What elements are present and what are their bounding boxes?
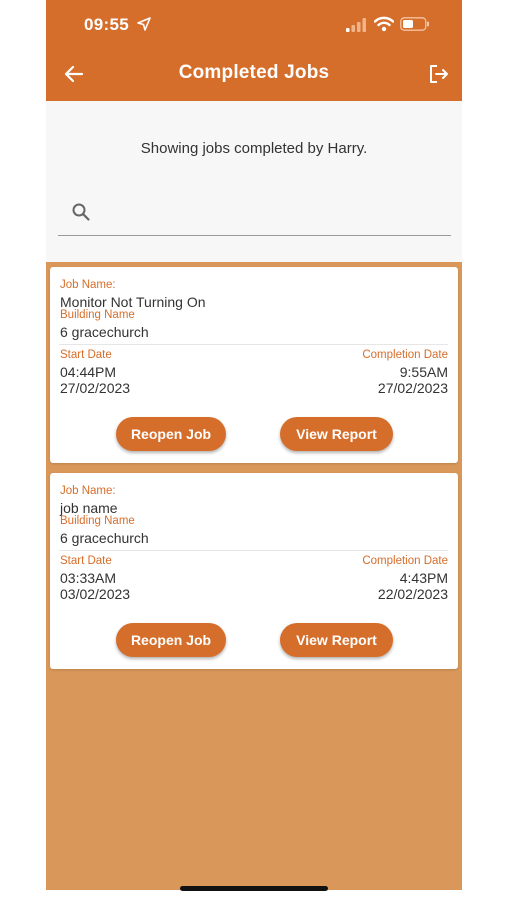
job-name-label: Job Name: — [60, 279, 116, 291]
start-date-label: Start Date — [60, 555, 112, 567]
completion-date-value: 27/02/2023 — [377, 380, 448, 396]
logout-icon[interactable] — [427, 62, 451, 86]
completed-by-message: Showing jobs completed by Harry. — [140, 140, 368, 157]
view-report-button[interactable]: View Report — [280, 417, 393, 451]
building-name-label: Building Name — [60, 309, 135, 321]
completion-date-label: Completion Date — [362, 349, 448, 361]
completion-date-label: Completion Date — [362, 555, 448, 567]
building-name-label: Building Name — [60, 515, 135, 527]
reopen-job-button[interactable]: Reopen Job — [116, 623, 226, 657]
status-time: 09:55 — [84, 15, 129, 34]
phone-screen: 09:55 Completed Jobs Showing jobs comple… — [46, 0, 462, 890]
building-name-value: 6 gracechurch — [60, 530, 149, 546]
completion-time-value: 9:55AM — [399, 364, 448, 380]
page-title: Completed Jobs — [178, 62, 330, 83]
building-name-value: 6 gracechurch — [60, 324, 149, 340]
search-input[interactable] — [102, 199, 442, 229]
reopen-job-button[interactable]: Reopen Job — [116, 417, 226, 451]
card-divider — [59, 344, 448, 345]
start-time-value: 04:44PM — [60, 364, 117, 380]
start-date-value: 27/02/2023 — [60, 380, 131, 396]
view-report-button[interactable]: View Report — [280, 623, 393, 657]
start-date-value: 03/02/2023 — [60, 586, 131, 602]
cellular-signal-icon — [346, 18, 366, 32]
job-name-label: Job Name: — [60, 485, 116, 497]
location-arrow-icon — [137, 17, 151, 31]
search-icon — [72, 203, 90, 221]
completion-date-value: 22/02/2023 — [377, 586, 448, 602]
start-date-label: Start Date — [60, 349, 112, 361]
wifi-icon — [374, 16, 394, 32]
job-card: Job Name: Monitor Not Turning On Buildin… — [50, 267, 458, 463]
start-time-value: 03:33AM — [60, 570, 117, 586]
battery-icon — [400, 17, 429, 31]
job-name-value: job name — [60, 500, 118, 516]
search-bar[interactable] — [58, 193, 451, 236]
app-bar: 09:55 Completed Jobs — [46, 0, 462, 101]
job-card: Job Name: job name Building Name 6 grace… — [50, 473, 458, 669]
job-name-value: Monitor Not Turning On — [60, 294, 206, 310]
jobs-list: Job Name: Monitor Not Turning On Buildin… — [46, 262, 462, 890]
completion-time-value: 4:43PM — [399, 570, 448, 586]
card-divider — [59, 550, 448, 551]
header-panel: Showing jobs completed by Harry. — [46, 101, 462, 262]
home-indicator[interactable] — [180, 886, 328, 891]
